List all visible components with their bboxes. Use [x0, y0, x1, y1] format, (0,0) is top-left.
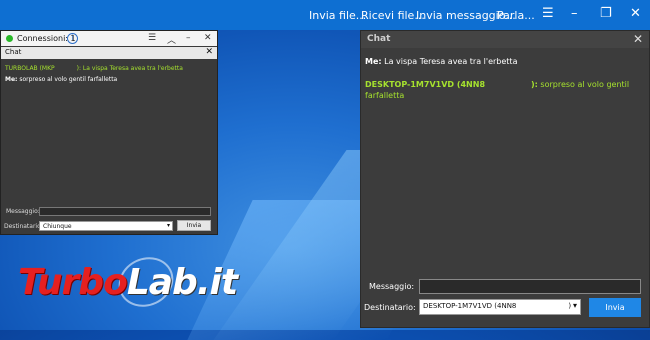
close-icon[interactable]: ✕ — [204, 33, 212, 43]
connections-window: Connessioni: 1 i ☰ ︿ – ✕ Chat ✕ TURBOLAB… — [0, 30, 218, 235]
recipient-label: Destinatario: — [4, 223, 43, 230]
recipient-label: Destinatario: — [364, 303, 416, 312]
message-text: La vispa Teresa avea tra l'erbetta — [381, 57, 518, 66]
chevron-up-icon[interactable]: ︿ — [167, 33, 176, 46]
send-button[interactable]: Invia — [589, 298, 641, 317]
chat-panel-header: Chat ✕ — [1, 47, 217, 59]
chat-window: Chat ✕ Me: La vispa Teresa avea tra l'er… — [360, 30, 650, 328]
message-label: Messaggio: — [369, 282, 415, 291]
message-sender-suffix: ): — [531, 80, 538, 89]
message-sender: DESKTOP-1M7V1VD (4NN8 — [365, 80, 486, 89]
minimize-icon[interactable]: – — [186, 33, 191, 43]
status-dot-icon — [6, 35, 13, 42]
message-sender: TURBOLAB (MKP — [5, 65, 55, 72]
minimize-icon[interactable]: – — [571, 6, 578, 21]
message-label: Messaggio: — [6, 208, 40, 215]
recipient-select[interactable]: Chiunque ▾ — [39, 221, 173, 231]
info-icon[interactable]: i — [67, 33, 78, 44]
recipient-value: Chiunque — [43, 223, 72, 230]
message-input[interactable] — [39, 207, 211, 216]
message-text: La vispa Teresa avea tra l'erbetta — [81, 65, 183, 72]
turbolab-logo: TurboLab.it — [18, 262, 238, 303]
talk-button[interactable]: Parla... — [497, 9, 535, 22]
chat-titlebar: Chat ✕ — [361, 31, 649, 48]
chat-message: DESKTOP-1M7V1VD (4NN8): sorpreso al volo… — [365, 80, 629, 89]
close-icon[interactable]: ✕ — [633, 32, 643, 46]
connections-titlebar: Connessioni: 1 i ☰ ︿ – ✕ — [1, 31, 217, 46]
send-button[interactable]: Invia — [177, 220, 211, 231]
top-toolbar: Invia file... Ricevi file... Invia messa… — [0, 0, 650, 30]
chat-title: Chat — [367, 34, 391, 44]
list-icon[interactable]: ☰ — [542, 6, 554, 21]
send-file-button[interactable]: Invia file... — [309, 9, 366, 22]
chevron-down-icon: ▾ — [166, 222, 170, 229]
restore-icon[interactable]: ❐ — [600, 6, 612, 21]
message-sender: Me: — [5, 76, 18, 83]
message-input[interactable] — [419, 279, 641, 294]
close-icon[interactable]: ✕ — [630, 6, 641, 21]
recipient-value: DESKTOP-1M7V1VD (4NN8) — [423, 302, 572, 310]
chat-message: Me: sorpreso al volo gentil farfalletta — [5, 76, 117, 83]
list-icon[interactable]: ☰ — [148, 33, 156, 43]
chevron-down-icon: ▾ — [572, 301, 577, 310]
chat-message: Me: La vispa Teresa avea tra l'erbetta — [365, 57, 517, 66]
chat-title: Chat — [5, 48, 22, 56]
chat-message: TURBOLAB (MKP): La vispa Teresa avea tra… — [5, 65, 183, 72]
close-icon[interactable]: ✕ — [205, 47, 213, 57]
message-sender: Me: — [365, 57, 382, 66]
message-text-continued: farfalletta — [365, 91, 405, 100]
recipient-select[interactable]: DESKTOP-1M7V1VD (4NN8) ▾ — [419, 299, 581, 315]
message-text: sorpreso al volo gentil — [537, 80, 630, 89]
message-text: sorpreso al volo gentil farfalletta — [17, 76, 118, 83]
